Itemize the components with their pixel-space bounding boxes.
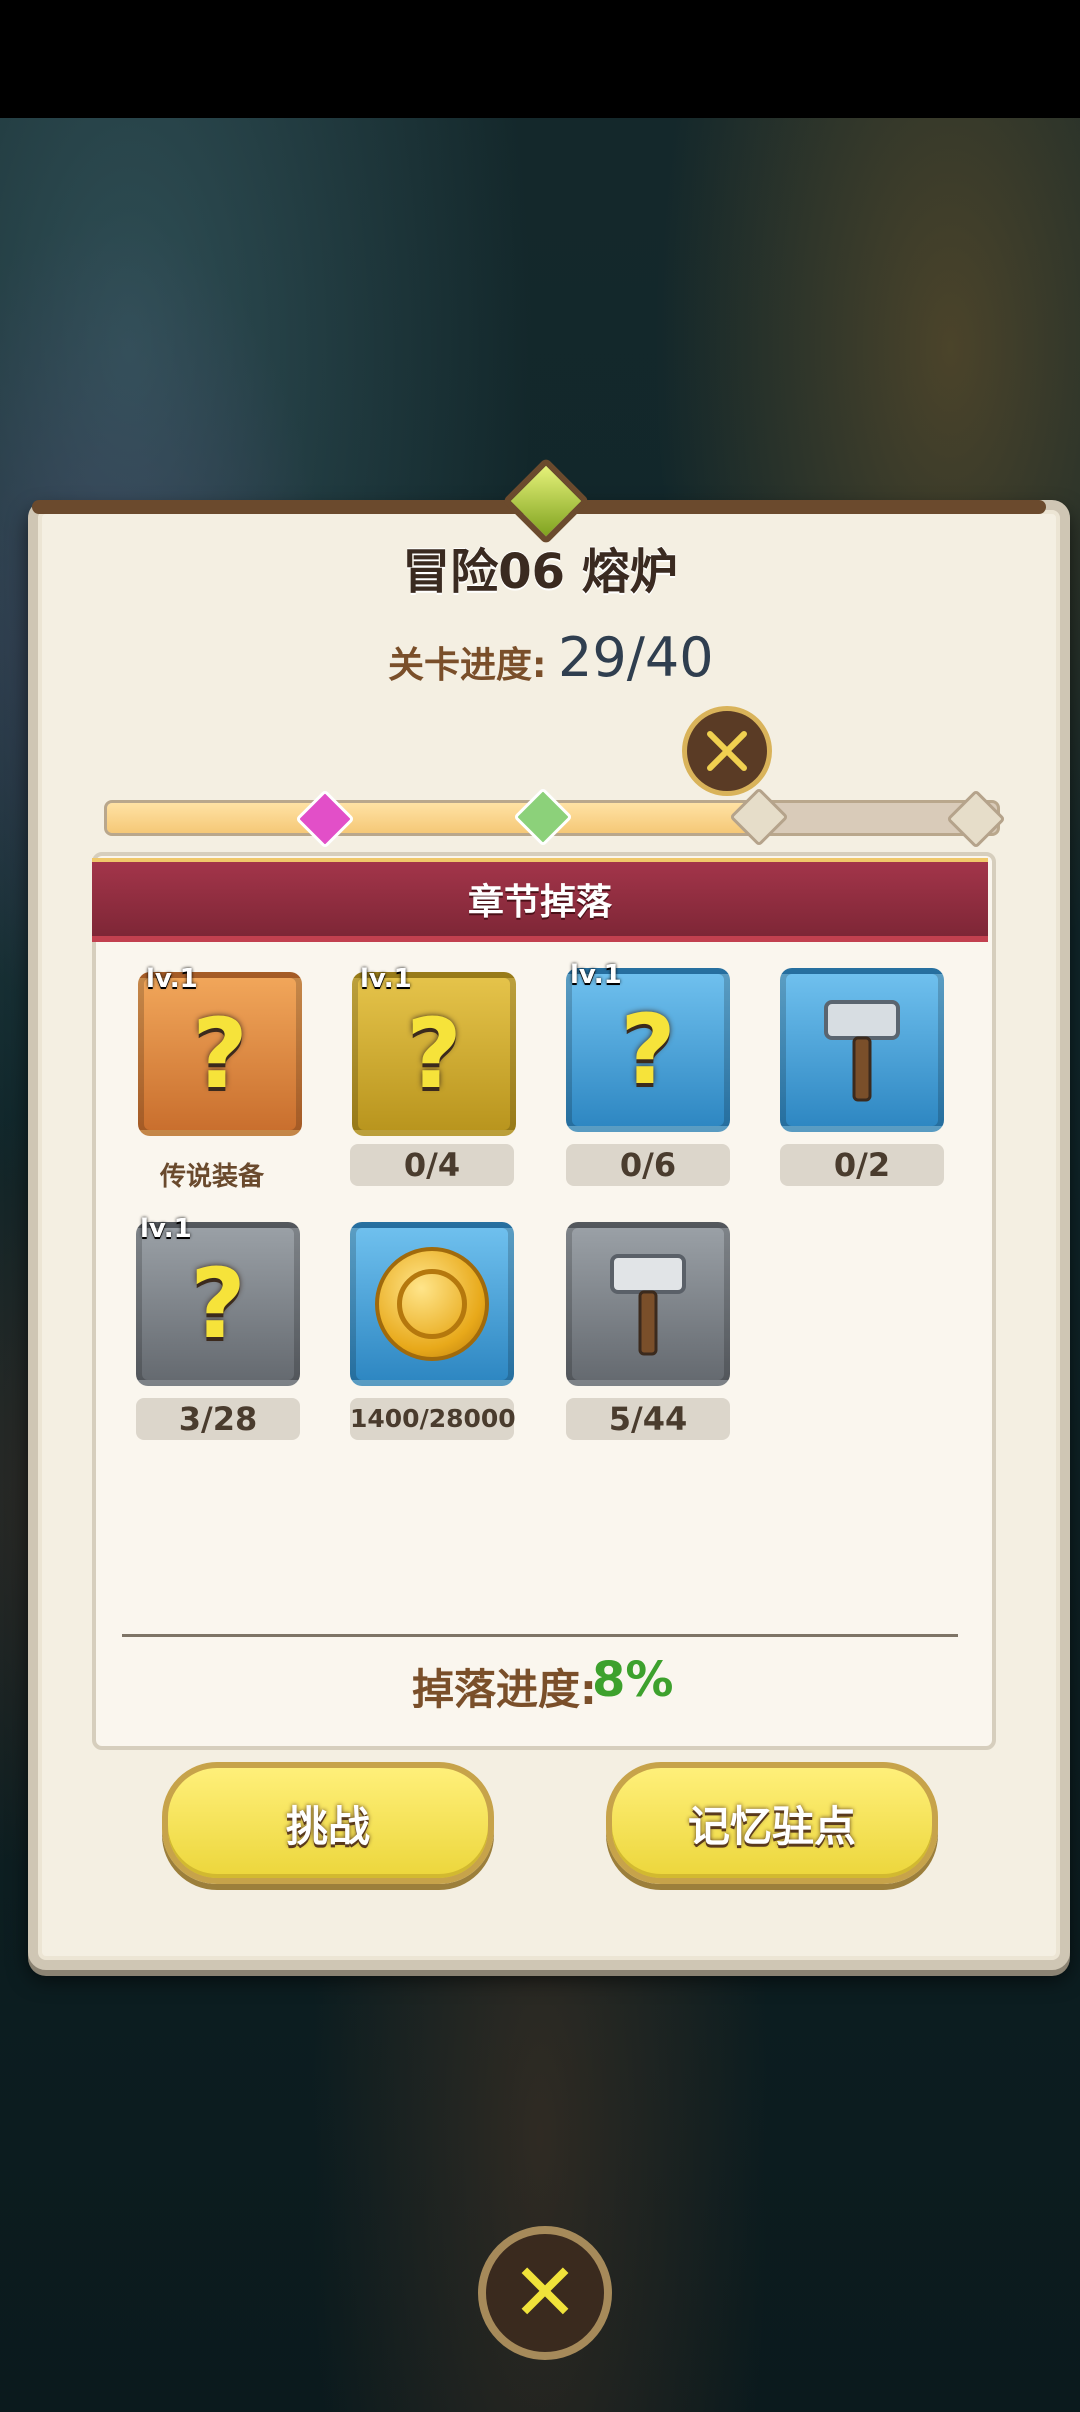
section-ribbon: 章节掉落	[92, 858, 988, 942]
stage-progress-label: 关卡进度:	[388, 645, 547, 686]
crossed-swords-icon	[707, 731, 747, 771]
dialog-title: 冒险06 熔炉	[402, 544, 678, 600]
hammer-icon	[824, 1000, 900, 1102]
mystery-helmet-icon: ?	[620, 994, 676, 1106]
item-level-badge: lv.1	[570, 960, 622, 990]
item-level-badge: lv.1	[140, 1214, 192, 1244]
stage-progress-value: 29/40	[558, 626, 714, 689]
section-title: 章节掉落	[467, 882, 612, 923]
close-button[interactable]: ✕	[478, 2226, 612, 2360]
mystery-helmet-icon: ?	[406, 998, 462, 1110]
item-caption: 传说装备	[160, 1162, 265, 1192]
divider	[122, 1634, 958, 1637]
challenge-button[interactable]: 挑战	[162, 1762, 494, 1884]
drop-progress-label: 掉落进度:	[412, 1665, 597, 1714]
drop-item-blue-hammer[interactable]	[780, 968, 944, 1132]
drop-item-legendary[interactable]: ?	[138, 972, 302, 1136]
drop-item-gold-coin[interactable]	[350, 1222, 514, 1386]
item-count: 0/6	[566, 1144, 730, 1186]
memory-outpost-button[interactable]: 记忆驻点	[606, 1762, 938, 1884]
item-count: 0/2	[780, 1144, 944, 1186]
mystery-helmet-icon: ?	[190, 1248, 246, 1360]
hammer-icon	[610, 1254, 686, 1356]
drop-item-gold-helmet[interactable]: ?	[352, 972, 516, 1136]
mystery-helmet-icon: ?	[192, 998, 248, 1110]
drop-item-gray-hammer[interactable]	[566, 1222, 730, 1386]
stage-progress-fill	[107, 803, 753, 833]
status-bar	[0, 0, 1080, 118]
item-count: 1400/28000	[350, 1398, 516, 1440]
gold-coin-icon	[375, 1247, 489, 1361]
close-icon: ✕	[511, 2246, 579, 2339]
current-stage-marker	[682, 706, 772, 796]
item-count: 0/4	[350, 1144, 514, 1186]
item-count: 3/28	[136, 1398, 300, 1440]
item-level-badge: lv.1	[360, 964, 412, 994]
drop-item-blue-helmet[interactable]: ?	[566, 968, 730, 1132]
challenge-button-label: 挑战	[285, 1801, 370, 1851]
item-count: 5/44	[566, 1398, 730, 1440]
memory-outpost-button-label: 记忆驻点	[687, 1801, 856, 1851]
drop-item-gray-helmet[interactable]: ?	[136, 1222, 300, 1386]
item-level-badge: lv.1	[146, 964, 198, 994]
drop-progress-value: 8%	[592, 1652, 674, 1708]
